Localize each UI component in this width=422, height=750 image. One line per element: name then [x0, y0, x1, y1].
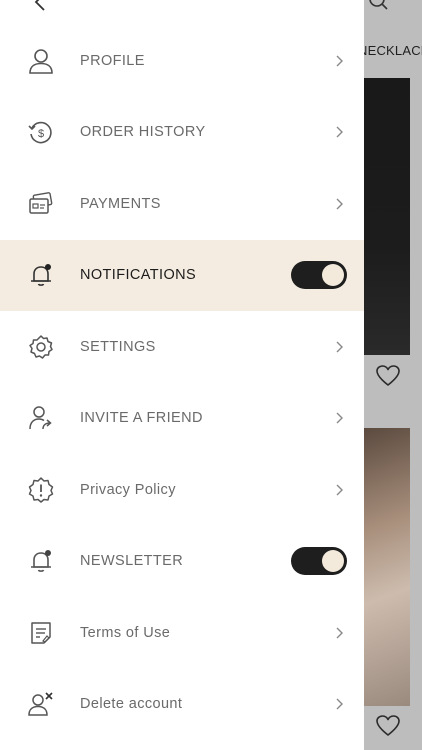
menu-item-label: NEWSLETTER [80, 553, 184, 570]
product-image[interactable] [364, 428, 410, 706]
menu-item-label: SETTINGS [80, 338, 156, 355]
category-tab[interactable]: NECKLACE [358, 43, 422, 58]
chevron-right-icon [334, 197, 344, 211]
toggle-knob [322, 264, 344, 287]
menu-item-label: NOTIFICATIONS [80, 267, 197, 284]
svg-text:$: $ [38, 128, 44, 140]
privacy-icon [27, 476, 55, 504]
back-arrow-icon[interactable] [30, 0, 50, 12]
gear-icon [27, 333, 55, 361]
menu-item-label: Privacy Policy [80, 481, 176, 498]
menu-item-delete-account[interactable]: Delete account [0, 669, 364, 741]
menu-item-newsletter[interactable]: NEWSLETTER [0, 526, 364, 598]
chevron-right-icon [334, 411, 344, 425]
bell-icon [27, 261, 55, 289]
search-icon[interactable] [368, 0, 388, 10]
chevron-right-icon [334, 697, 344, 711]
chevron-right-icon [334, 125, 344, 139]
order-history-icon: $ [27, 118, 55, 146]
menu-item-invite-friend[interactable]: INVITE A FRIEND [0, 383, 364, 455]
terms-icon [27, 619, 55, 647]
chevron-right-icon [334, 483, 344, 497]
chevron-right-icon [334, 54, 344, 68]
chevron-right-icon [334, 626, 344, 640]
delete-account-icon [27, 690, 55, 718]
menu-item-label: ORDER HISTORY [80, 124, 206, 141]
menu-item-payments[interactable]: PAYMENTS [0, 168, 364, 240]
user-icon [27, 47, 55, 75]
drawer-menu: PROFILE $ ORDER HISTORY PAYMENTS NOTIFIC… [0, 25, 364, 740]
side-drawer: PROFILE $ ORDER HISTORY PAYMENTS NOTIFIC… [0, 0, 364, 750]
heart-icon[interactable] [375, 714, 401, 738]
menu-item-terms-of-use[interactable]: Terms of Use [0, 597, 364, 669]
product-image[interactable] [364, 78, 410, 355]
bell-icon [27, 547, 55, 575]
notifications-toggle[interactable] [291, 261, 347, 290]
menu-item-label: Terms of Use [80, 624, 171, 641]
menu-item-label: PAYMENTS [80, 195, 161, 212]
invite-friend-icon [27, 404, 55, 432]
toggle-knob [322, 550, 344, 573]
menu-item-settings[interactable]: SETTINGS [0, 311, 364, 383]
menu-item-privacy-policy[interactable]: Privacy Policy [0, 454, 364, 526]
card-icon [27, 190, 55, 218]
menu-item-label: PROFILE [80, 52, 145, 69]
menu-item-label: Delete account [80, 696, 183, 713]
menu-item-profile[interactable]: PROFILE [0, 25, 364, 97]
menu-item-label: INVITE A FRIEND [80, 410, 203, 427]
menu-item-notifications[interactable]: NOTIFICATIONS [0, 239, 364, 311]
menu-item-order-history[interactable]: $ ORDER HISTORY [0, 97, 364, 169]
chevron-right-icon [334, 340, 344, 354]
newsletter-toggle[interactable] [291, 547, 347, 576]
heart-icon[interactable] [375, 364, 401, 388]
